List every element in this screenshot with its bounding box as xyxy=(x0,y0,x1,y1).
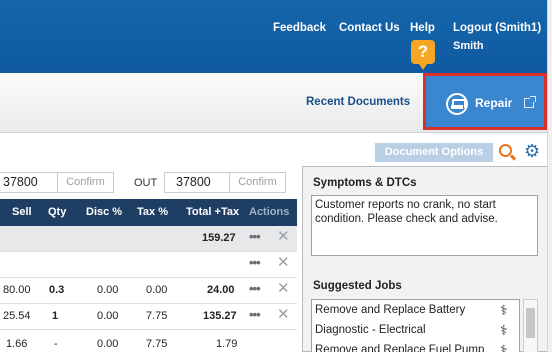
column-header-actions: Actions xyxy=(249,206,290,218)
disc-cell: 0.00 xyxy=(97,338,119,350)
help-link[interactable]: Help xyxy=(410,22,435,34)
table-row[interactable]: ••• ✕ xyxy=(0,252,297,278)
total-cell: 135.27 xyxy=(203,310,237,322)
qty-cell: - xyxy=(54,338,58,350)
mileage-in-confirm-button[interactable]: Confirm xyxy=(57,172,114,193)
user-name: Smith xyxy=(453,40,484,52)
repair-button[interactable]: Repair xyxy=(423,73,547,130)
suggested-jobs-title: Suggested Jobs xyxy=(313,280,402,292)
jobs-scrollbar[interactable] xyxy=(523,299,538,352)
search-person-icon[interactable] xyxy=(499,144,512,157)
scrollbar-thumb[interactable] xyxy=(526,308,535,338)
column-header-sell[interactable]: Sell xyxy=(12,206,32,218)
stethoscope-icon[interactable]: ⚕ xyxy=(500,322,508,339)
list-item[interactable]: Diagnostic - Electrical xyxy=(315,324,426,336)
feedback-link[interactable]: Feedback xyxy=(273,22,326,34)
delete-icon[interactable]: ✕ xyxy=(277,281,290,297)
total-cell: 1.79 xyxy=(216,338,238,350)
column-header-tax[interactable]: Tax % xyxy=(137,206,168,218)
symptoms-title: Symptoms & DTCs xyxy=(313,177,417,189)
line-items-table-header: Sell Qty Disc % Tax % Total +Tax Actions xyxy=(0,199,297,226)
help-icon[interactable]: ? xyxy=(411,40,435,70)
mileage-out-confirm-button[interactable]: Confirm xyxy=(229,172,286,193)
list-item[interactable]: Remove and Replace Battery xyxy=(315,304,465,316)
gear-icon[interactable]: ⚙ xyxy=(524,142,540,160)
mileage-out-label: OUT xyxy=(134,177,158,189)
repair-icon xyxy=(446,93,468,115)
more-actions-icon[interactable]: ••• xyxy=(249,229,261,244)
suggested-jobs-list[interactable]: Remove and Replace Battery ⚕ Diagnostic … xyxy=(311,299,520,352)
tax-cell: 0.00 xyxy=(146,284,168,296)
external-link-icon xyxy=(524,96,536,108)
disc-cell: 0.00 xyxy=(97,284,119,296)
mileage-out-field[interactable]: 37800 xyxy=(164,172,230,193)
table-row[interactable]: 25.54 1 0.00 7.75 135.27 ••• ✕ xyxy=(0,304,297,330)
total-cell: 159.27 xyxy=(202,232,236,244)
contact-us-link[interactable]: Contact Us xyxy=(339,22,400,34)
total-cell: 24.00 xyxy=(207,284,235,296)
stethoscope-icon[interactable]: ⚕ xyxy=(500,302,508,319)
column-header-qty[interactable]: Qty xyxy=(48,206,66,218)
more-actions-icon[interactable]: ••• xyxy=(249,307,261,322)
list-item[interactable]: Remove and Replace Fuel Pump xyxy=(315,344,484,352)
more-actions-icon[interactable]: ••• xyxy=(249,255,261,270)
stethoscope-icon[interactable]: ⚕ xyxy=(500,342,508,352)
qty-cell: 1 xyxy=(52,310,59,322)
logout-link[interactable]: Logout (Smith1) xyxy=(453,22,541,34)
symptoms-textarea[interactable]: Customer reports no crank, no start cond… xyxy=(311,195,538,256)
table-row[interactable]: 80.00 0.3 0.00 0.00 24.00 ••• ✕ xyxy=(0,278,297,304)
document-options-button[interactable]: Document Options xyxy=(375,143,493,162)
column-header-disc[interactable]: Disc % xyxy=(86,206,122,218)
tax-cell: 7.75 xyxy=(146,338,168,350)
sell-cell: 80.00 xyxy=(3,284,31,296)
qty-cell: 0.3 xyxy=(49,284,65,296)
delete-icon[interactable]: ✕ xyxy=(277,255,290,271)
tax-cell: 7.75 xyxy=(146,310,168,322)
table-row[interactable]: 159.27 ••• ✕ xyxy=(0,226,297,252)
delete-icon[interactable]: ✕ xyxy=(277,229,290,245)
repair-label: Repair xyxy=(475,96,513,110)
column-header-total[interactable]: Total +Tax xyxy=(186,206,239,218)
disc-cell: 0.00 xyxy=(97,310,119,322)
recent-documents-link[interactable]: Recent Documents xyxy=(306,96,410,108)
table-row[interactable]: 1.66 - 0.00 7.75 1.79 xyxy=(0,330,297,352)
more-actions-icon[interactable]: ••• xyxy=(249,281,261,296)
symptoms-panel: Symptoms & DTCs Customer reports no cran… xyxy=(302,166,548,352)
top-header: Feedback Contact Us Help Logout (Smith1)… xyxy=(0,0,552,73)
page-scrollbar[interactable] xyxy=(547,0,552,352)
delete-icon[interactable]: ✕ xyxy=(277,307,290,323)
mileage-in-field[interactable]: 37800 xyxy=(0,172,58,193)
sell-cell: 1.66 xyxy=(6,338,28,350)
sell-cell: 25.54 xyxy=(3,310,31,322)
